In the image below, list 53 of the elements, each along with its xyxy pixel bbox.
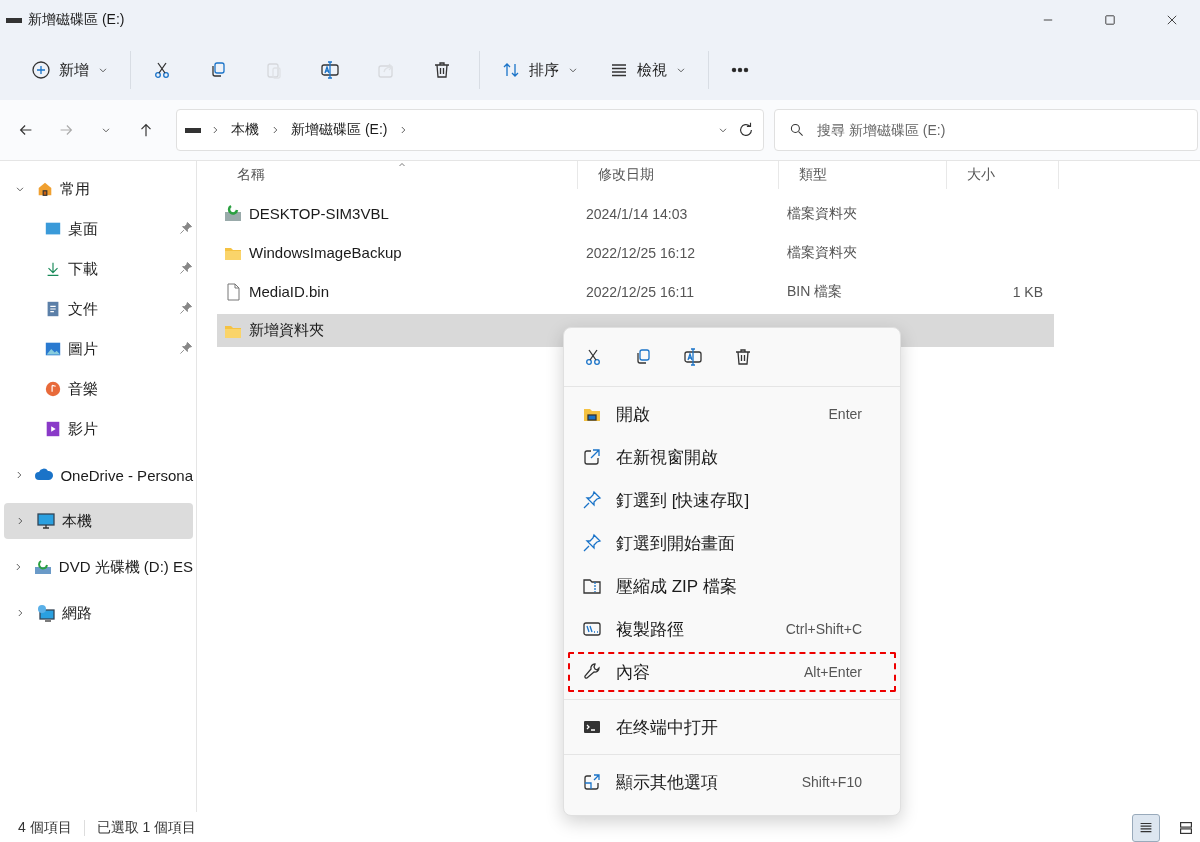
item-count: 4 個項目: [18, 818, 72, 837]
column-header[interactable]: 類型: [799, 166, 827, 184]
sidebar-item[interactable]: 音樂: [4, 371, 193, 407]
column-header[interactable]: 大小: [967, 166, 995, 184]
file-type: BIN 檔案: [787, 282, 843, 299]
modified-date: 2024/1/14 14:03: [586, 205, 688, 222]
column-header[interactable]: 修改日期: [598, 166, 654, 184]
file-name: 新增資料夾: [249, 321, 324, 340]
breadcrumb-item[interactable]: 本機: [229, 119, 261, 141]
file-row[interactable]: DESKTOP-SIM3VBL 2024/1/14 14:03 檔案資料夾: [217, 197, 1054, 230]
shortcut-text: Ctrl+Shift+C: [785, 621, 862, 637]
file-type: 檔案資料夾: [787, 243, 857, 260]
file-row[interactable]: MediaID.bin 2022/12/25 16:11 BIN 檔案 1 KB: [217, 275, 1054, 308]
search-box[interactable]: 搜尋 新增磁碟區 (E:): [774, 109, 1198, 151]
new-button[interactable]: 新增: [21, 50, 119, 90]
sidebar-item[interactable]: 下載: [4, 251, 193, 287]
column-header[interactable]: 名稱: [237, 166, 265, 184]
sidebar-item[interactable]: 桌面: [4, 211, 193, 247]
menu-item[interactable]: 在终端中打开: [568, 707, 896, 747]
menu-item[interactable]: 釘選到 [快速存取]: [568, 480, 896, 520]
window-title: 新增磁碟區 (E:): [28, 11, 126, 29]
file-name: MediaID.bin: [249, 283, 330, 300]
sidebar-item[interactable]: 影片: [4, 411, 193, 447]
breadcrumb-item[interactable]: 新增磁碟區 (E:): [289, 119, 390, 141]
modified-date: 2022/12/25 16:11: [586, 283, 694, 300]
shortcut-text: Shift+F10: [801, 774, 862, 790]
menu-item[interactable]: 釘選到開始畫面: [568, 523, 896, 563]
sidebar-item[interactable]: OneDrive - Persona: [4, 457, 193, 493]
modified-date: 2022/12/25 16:12: [586, 244, 695, 261]
menu-item[interactable]: 顯示其他選項 Shift+F10: [568, 762, 896, 802]
sidebar-item[interactable]: 文件: [4, 291, 193, 327]
view-button[interactable]: 檢視: [599, 50, 697, 90]
file-size: 1 KB: [1012, 283, 1043, 300]
address-bar[interactable]: 本機 新增磁碟區 (E:): [176, 109, 764, 151]
menu-item[interactable]: 內容 Alt+Enter: [568, 652, 896, 692]
sidebar-item[interactable]: DVD 光碟機 (D:) ES: [4, 549, 193, 585]
file-name: WindowsImageBackup: [249, 244, 402, 261]
sidebar-item[interactable]: 圖片: [4, 331, 193, 367]
menu-item[interactable]: 複製路徑 Ctrl+Shift+C: [568, 609, 896, 649]
sort-button[interactable]: 排序: [491, 50, 589, 90]
search-field[interactable]: 搜尋 新增磁碟區 (E:): [815, 121, 1183, 139]
sidebar-item[interactable]: 本機: [4, 503, 193, 539]
file-type: 檔案資料夾: [787, 204, 857, 221]
shortcut-text: Enter: [828, 406, 862, 422]
selection-count: 已選取 1 個項目: [96, 818, 197, 837]
menu-item[interactable]: 在新視窗開啟: [568, 437, 896, 477]
file-row[interactable]: WindowsImageBackup 2022/12/25 16:12 檔案資料夾: [217, 236, 1054, 269]
menu-item[interactable]: 壓縮成 ZIP 檔案: [568, 566, 896, 606]
sidebar-item[interactable]: 網路: [4, 595, 193, 631]
file-name: DESKTOP-SIM3VBL: [249, 205, 389, 222]
menu-item[interactable]: 開啟 Enter: [568, 394, 896, 434]
sidebar-item[interactable]: 常用: [4, 171, 193, 207]
shortcut-text: Alt+Enter: [804, 664, 862, 680]
